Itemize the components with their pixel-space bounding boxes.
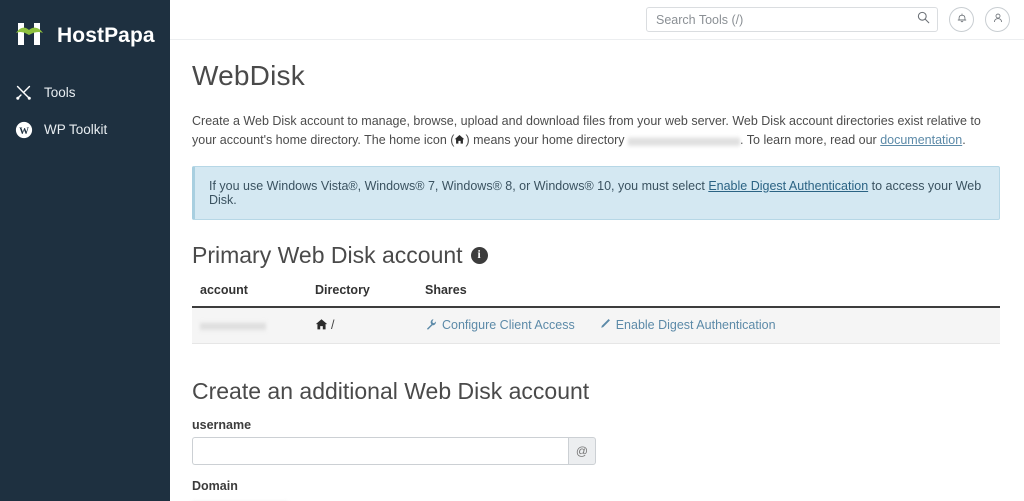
- column-header-shares: Shares: [417, 282, 1000, 308]
- alert-text-before: If you use Windows Vista®, Windows® 7, W…: [209, 178, 705, 193]
- intro-text-part3: . To learn more, read our: [740, 133, 877, 148]
- bell-icon: [956, 11, 968, 29]
- documentation-link[interactable]: documentation: [880, 133, 962, 147]
- column-header-account: account: [192, 282, 307, 308]
- svg-text:W: W: [19, 126, 29, 137]
- enable-digest-authentication-link[interactable]: Enable Digest Authentication: [599, 318, 776, 333]
- home-icon: [454, 133, 465, 147]
- column-header-directory: Directory: [307, 282, 417, 308]
- brand-name: HostPapa: [57, 24, 155, 47]
- link-label: Configure Client Access: [442, 318, 575, 333]
- configure-client-access-link[interactable]: Configure Client Access: [425, 318, 575, 333]
- page-title: WebDisk: [192, 60, 305, 91]
- home-icon: [315, 318, 328, 332]
- link-label: Enable Digest Authentication: [615, 318, 776, 333]
- username-label: username: [192, 417, 252, 432]
- create-account-heading: Create an additional Web Disk account: [192, 377, 590, 404]
- domain-label: Domain: [192, 478, 238, 493]
- sidebar-item-tools[interactable]: Tools: [0, 74, 170, 111]
- content-inner: WebDisk Create a Web Disk account to man…: [192, 60, 1000, 501]
- alert-enable-digest-auth-link[interactable]: Enable Digest Authentication: [708, 179, 868, 193]
- account-name-redacted: [200, 319, 266, 332]
- table-body: / Configure Client Access Enable Digest …: [192, 306, 1000, 344]
- table-row: / Configure Client Access Enable Digest …: [192, 306, 1000, 344]
- intro-paragraph: Create a Web Disk account to manage, bro…: [192, 112, 1000, 151]
- app-root: HostPapa Tools W WP Toolkit Search Tools…: [0, 0, 1024, 501]
- at-symbol-addon: @: [568, 436, 596, 465]
- sidebar-item-wp-toolkit[interactable]: W WP Toolkit: [0, 111, 170, 148]
- intro-text-part2: ) means your home directory: [465, 133, 625, 148]
- primary-accounts-table: account Directory Shares / Configure Cli…: [192, 282, 1000, 344]
- intro-text-part4: .: [962, 133, 966, 148]
- sidebar-item-label: Tools: [44, 85, 76, 100]
- notifications-button[interactable]: [949, 7, 974, 32]
- wrench-icon: [425, 318, 437, 333]
- digest-auth-notice: If you use Windows Vista®, Windows® 7, W…: [192, 165, 1000, 220]
- sidebar-nav: Tools W WP Toolkit: [0, 74, 170, 148]
- content-area: WebDisk Create a Web Disk account to man…: [170, 40, 1024, 501]
- cell-account: [192, 306, 307, 344]
- primary-account-title: Primary Web Disk account: [192, 241, 463, 268]
- sidebar: HostPapa Tools W WP Toolkit: [0, 0, 170, 501]
- pencil-icon: [599, 318, 611, 333]
- wordpress-icon: W: [14, 120, 33, 139]
- brand[interactable]: HostPapa: [0, 0, 170, 56]
- home-directory-redacted: [628, 135, 741, 147]
- user-avatar-icon: [992, 11, 1004, 29]
- info-circle-icon[interactable]: i: [470, 246, 488, 264]
- primary-account-heading: Primary Web Disk account i: [192, 242, 1000, 269]
- sidebar-item-label: WP Toolkit: [44, 122, 108, 137]
- account-button[interactable]: [985, 7, 1010, 32]
- table-header-row: account Directory Shares: [192, 282, 1000, 308]
- cell-directory: /: [307, 306, 417, 344]
- tools-crossed-icon: [14, 83, 33, 102]
- cell-shares: Configure Client Access Enable Digest Au…: [417, 306, 1000, 344]
- topbar: [170, 0, 1024, 40]
- search-input[interactable]: [646, 7, 938, 32]
- directory-path: /: [331, 318, 335, 333]
- username-input[interactable]: [192, 436, 568, 465]
- hostpapa-h-mustache-logo: [14, 21, 48, 51]
- username-input-group: @: [192, 436, 596, 465]
- search-wrapper: [646, 7, 938, 32]
- main-column: WebDisk Create a Web Disk account to man…: [170, 0, 1024, 501]
- table-head: account Directory Shares: [192, 282, 1000, 308]
